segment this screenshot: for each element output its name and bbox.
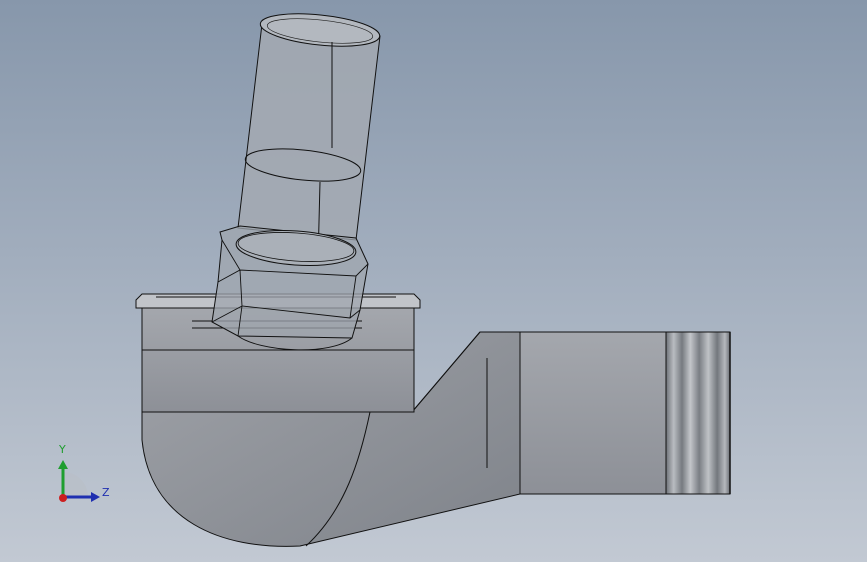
triad-origin-dot	[59, 494, 67, 502]
horizontal-pipe	[519, 331, 669, 495]
threaded-end-fitting	[665, 331, 731, 495]
z-axis-label: Z	[102, 486, 110, 499]
z-axis-arrow	[91, 492, 100, 502]
pipe-assembly-model[interactable]	[0, 0, 867, 562]
coordinate-triad: Y Z	[48, 440, 118, 510]
transparent-tube	[237, 23, 381, 241]
y-axis-label: Y	[59, 443, 66, 456]
y-axis-arrow	[58, 460, 68, 469]
triad-plane-arc	[63, 472, 88, 497]
cad-viewport[interactable]: Y Z	[0, 0, 867, 562]
